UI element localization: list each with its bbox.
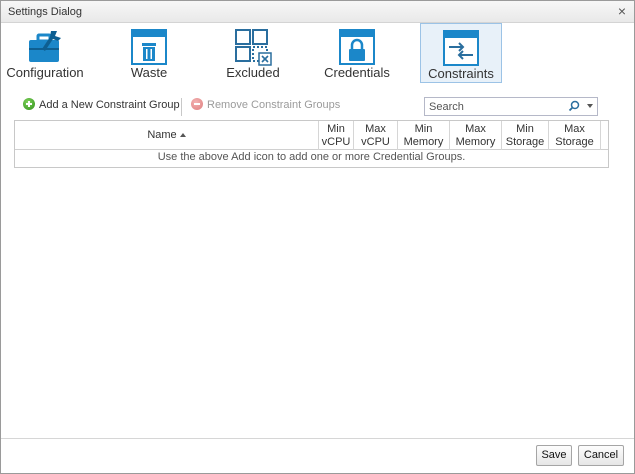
arrows-window-icon	[443, 30, 479, 66]
remove-constraint-groups-button[interactable]: Remove Constraint Groups	[191, 98, 340, 116]
save-button[interactable]: Save	[536, 445, 572, 466]
cancel-button[interactable]: Cancel	[578, 445, 624, 466]
chevron-down-icon[interactable]	[587, 104, 593, 108]
grid-toolbar: Add a New Constraint Group Remove Constr…	[14, 95, 609, 119]
column-header-max-vcpu[interactable]: Max vCPU	[354, 121, 398, 150]
column-header-max-memory[interactable]: Max Memory	[450, 121, 502, 150]
nav-item-configuration[interactable]: Configuration	[5, 23, 85, 83]
nav-label-configuration: Configuration	[6, 65, 84, 80]
grid-excluded-icon	[235, 29, 272, 66]
briefcase-wrench-icon	[29, 31, 61, 62]
col-line1: Min	[327, 123, 345, 135]
col-line2: Storage	[505, 136, 545, 148]
footer-divider	[1, 438, 634, 439]
dialog-title: Settings Dialog	[8, 6, 82, 18]
search-box	[424, 97, 598, 116]
nav-label-credentials: Credentials	[324, 65, 390, 80]
sort-ascending-icon	[179, 133, 186, 137]
col-line2: vCPU	[321, 136, 351, 148]
col-line1: Max	[465, 123, 486, 135]
close-icon[interactable]: ×	[618, 4, 626, 18]
nav-item-excluded[interactable]: Excluded	[213, 23, 293, 83]
add-constraint-group-button[interactable]: Add a New Constraint Group	[23, 98, 180, 116]
search-icon[interactable]	[568, 100, 580, 112]
remove-constraint-groups-label: Remove Constraint Groups	[207, 99, 341, 111]
col-line2: Memory	[455, 136, 496, 148]
toolbar-separator	[181, 98, 182, 116]
nav-label-waste: Waste	[130, 65, 168, 80]
column-header-min-storage[interactable]: Min Storage	[502, 121, 549, 150]
nav-label-constraints: Constraints	[428, 66, 494, 81]
column-header-min-vcpu[interactable]: Min vCPU	[319, 121, 354, 150]
column-header-min-memory[interactable]: Min Memory	[398, 121, 450, 150]
nav-item-constraints[interactable]: Constraints	[420, 23, 502, 83]
search-input[interactable]	[425, 98, 565, 115]
column-header-max-storage[interactable]: Max Storage	[549, 121, 601, 150]
col-line2: vCPU	[361, 136, 390, 148]
remove-icon	[191, 98, 203, 110]
lock-window-icon	[339, 29, 375, 65]
col-line1: Max	[365, 123, 386, 135]
grid-empty-message: Use the above Add icon to add one or mor…	[157, 151, 466, 163]
grid-header: Name Min vCPU Max vCPU Min Memory Max Me…	[15, 121, 608, 150]
col-line2: Storage	[555, 136, 594, 148]
nav-label-excluded: Excluded	[226, 65, 280, 80]
column-header-name[interactable]: Name	[15, 121, 319, 150]
trash-window-icon	[131, 29, 167, 65]
nav-item-waste[interactable]: Waste	[109, 23, 189, 83]
col-line1: Min	[414, 123, 433, 135]
col-line2: Memory	[403, 136, 444, 148]
add-icon	[23, 98, 35, 110]
settings-nav: Configuration Waste Excluded Credentials…	[1, 23, 634, 85]
column-header-name-label: Name	[147, 129, 177, 141]
col-line1: Min	[516, 123, 534, 135]
col-line1: Max	[564, 123, 585, 135]
nav-item-credentials[interactable]: Credentials	[317, 23, 397, 83]
settings-dialog: Settings Dialog × Configuration Waste Ex…	[0, 0, 635, 474]
add-constraint-group-label: Add a New Constraint Group	[39, 99, 180, 111]
title-bar: Settings Dialog ×	[1, 1, 634, 23]
constraint-groups-grid: Name Min vCPU Max vCPU Min Memory Max Me…	[14, 120, 609, 168]
